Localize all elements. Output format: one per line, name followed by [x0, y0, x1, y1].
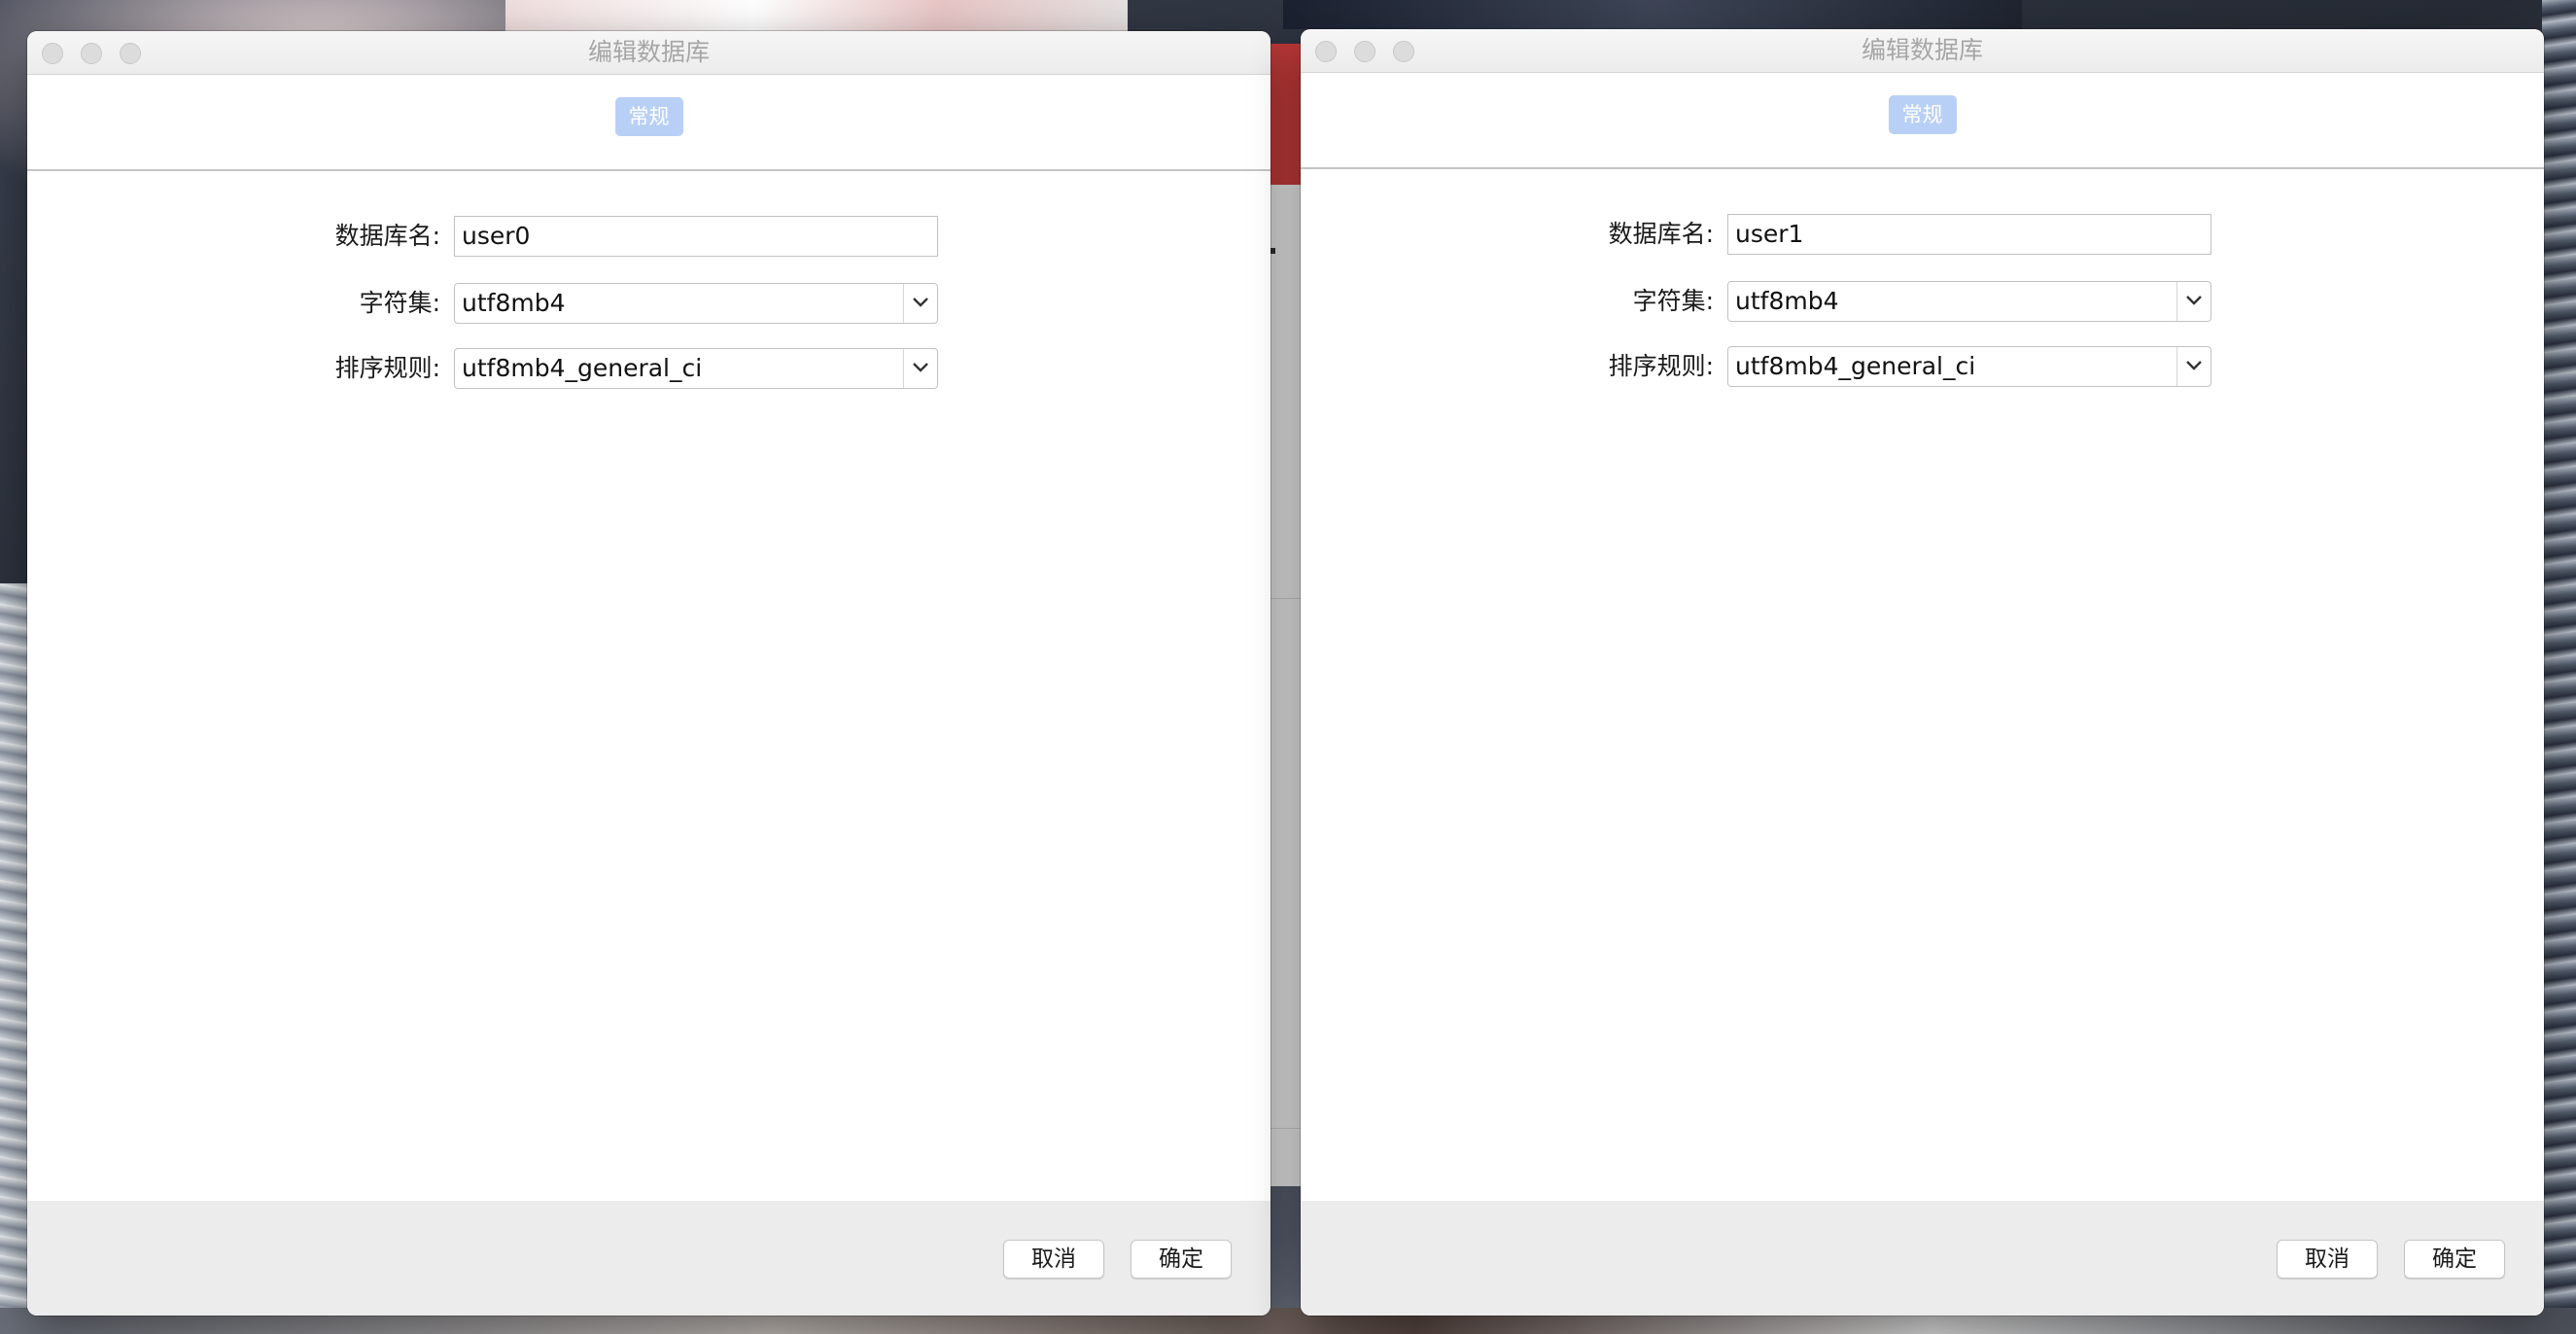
tab-general[interactable]: 常规: [614, 97, 683, 136]
window-titlebar[interactable]: 编辑数据库: [1301, 29, 2544, 73]
collation-label: 排序规则:: [1608, 352, 1714, 380]
db-name-input[interactable]: user1: [1727, 214, 2211, 255]
edit-database-dialog-user1[interactable]: 编辑数据库 常规 数据库名: user1 字符集: utf8mb4 排序规则: …: [1301, 29, 2544, 1316]
cancel-button[interactable]: 取消: [2277, 1240, 2378, 1279]
edit-database-dialog-user0[interactable]: 编辑数据库 常规 数据库名: user0 字符集: utf8mb4 排序规则: …: [27, 31, 1271, 1316]
dialog-footer: 取消 确定: [1301, 1201, 2544, 1316]
wallpaper-top-left-highlight: [505, 0, 1128, 33]
collation-selected-value: utf8mb4_general_ci: [1735, 352, 1976, 380]
window-title: 编辑数据库: [587, 38, 710, 66]
collation-select[interactable]: utf8mb4_general_ci: [454, 348, 938, 389]
chevron-down-icon[interactable]: [903, 284, 937, 323]
tab-strip: 常规: [27, 75, 1271, 171]
charset-select[interactable]: utf8mb4: [1727, 281, 2211, 322]
chevron-down-icon[interactable]: [903, 349, 937, 388]
chevron-down-icon[interactable]: [2176, 282, 2210, 321]
window-titlebar[interactable]: 编辑数据库: [27, 31, 1271, 75]
dialog-footer: 取消 确定: [27, 1201, 1271, 1316]
charset-selected-value: utf8mb4: [462, 289, 566, 317]
chevron-down-icon[interactable]: [2176, 347, 2210, 386]
ok-button[interactable]: 确定: [2404, 1240, 2505, 1279]
cancel-button[interactable]: 取消: [1003, 1240, 1104, 1279]
wallpaper-left-edge: [0, 583, 27, 1334]
db-name-label: 数据库名:: [1608, 220, 1714, 248]
charset-select[interactable]: utf8mb4: [454, 283, 938, 324]
collation-select[interactable]: utf8mb4_general_ci: [1727, 346, 2211, 387]
tab-general[interactable]: 常规: [1888, 95, 1957, 134]
charset-label: 字符集:: [1632, 287, 1714, 315]
db-name-input[interactable]: user0: [454, 216, 938, 257]
wallpaper-top-right-dark: [1283, 0, 2022, 29]
charset-selected-value: utf8mb4: [1735, 287, 1839, 315]
window-title: 编辑数据库: [1861, 36, 1983, 64]
db-name-label: 数据库名:: [334, 222, 440, 250]
charset-label: 字符集:: [359, 289, 440, 317]
collation-selected-value: utf8mb4_general_ci: [462, 354, 703, 382]
collation-label: 排序规则:: [334, 354, 440, 382]
wallpaper-right-edge: [2542, 0, 2576, 1334]
ok-button[interactable]: 确定: [1131, 1240, 1232, 1279]
tab-strip: 常规: [1301, 73, 2544, 169]
